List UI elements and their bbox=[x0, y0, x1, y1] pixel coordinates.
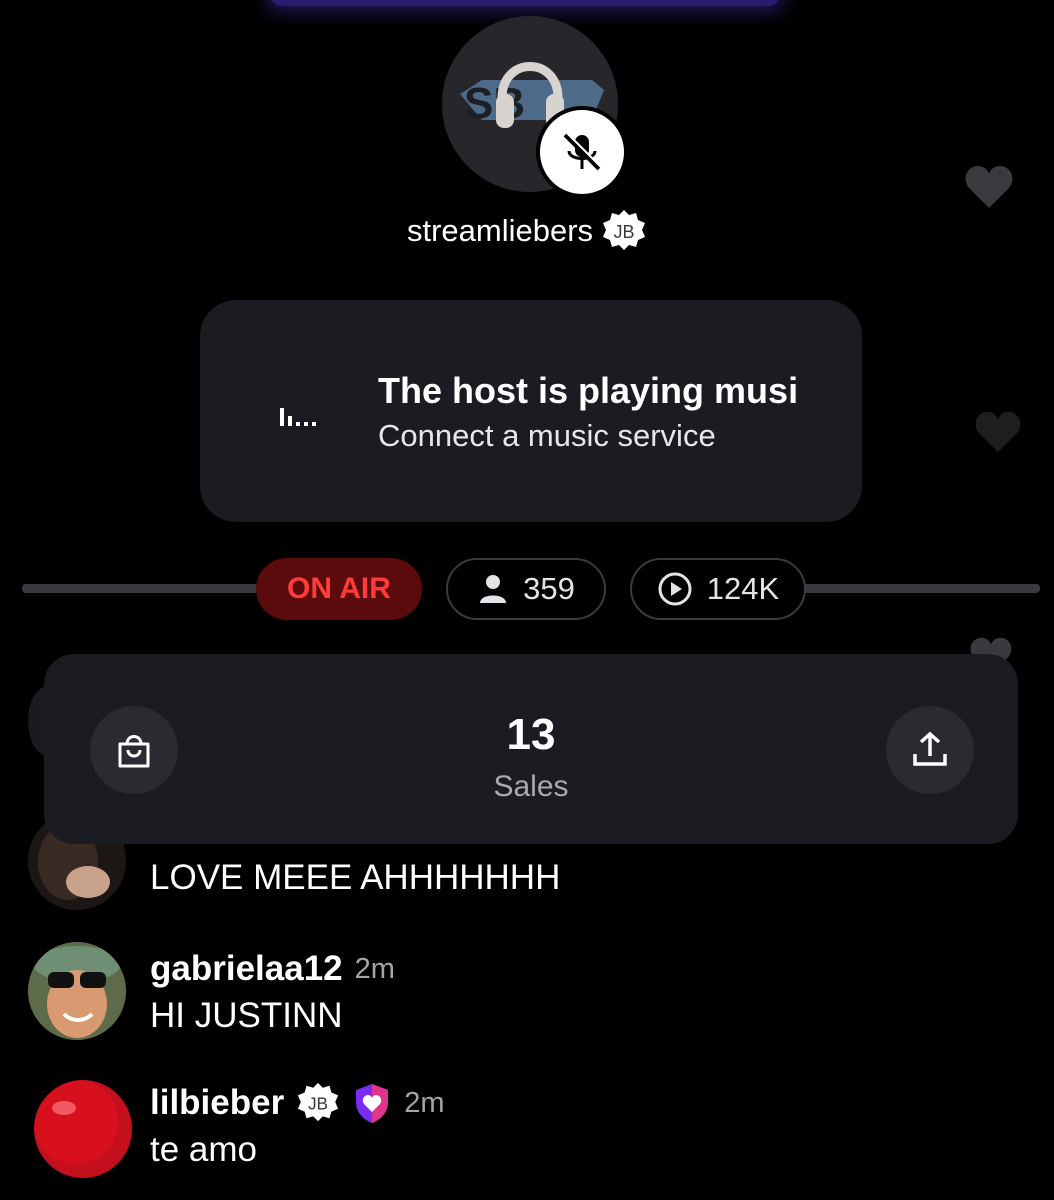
connect-music-link[interactable]: Connect a music service bbox=[378, 418, 716, 454]
top-glow bbox=[270, 0, 780, 6]
person-icon bbox=[480, 575, 507, 603]
divider-right bbox=[800, 584, 1040, 593]
comment-item: lilbieber JB 2m te amo bbox=[150, 1078, 445, 1170]
mic-muted-icon bbox=[536, 106, 628, 198]
sales-label: Sales bbox=[493, 770, 569, 803]
comment-time: 2m bbox=[354, 952, 395, 985]
comment-text: HI JUSTINN bbox=[150, 996, 343, 1035]
music-title: The host is playing musi bbox=[378, 370, 799, 411]
comment-item: gabrielaa12 2m HI JUSTINN bbox=[150, 944, 395, 1036]
comment-text: te amo bbox=[150, 1130, 257, 1169]
share-button[interactable] bbox=[886, 706, 974, 794]
play-circle-icon bbox=[658, 572, 692, 606]
jb-seal-badge-icon: JB bbox=[601, 208, 647, 254]
jb-seal-badge-icon: JB bbox=[298, 1082, 339, 1122]
viewer-count: 359 bbox=[523, 571, 575, 606]
comment-item: LOVE MEEE AHHHHHHH bbox=[150, 856, 560, 898]
on-air-label: ON AIR bbox=[287, 572, 391, 605]
share-upload-icon bbox=[913, 731, 947, 766]
comment-text: LOVE MEEE AHHHHHHH bbox=[150, 858, 561, 897]
audio-bars-icon bbox=[280, 408, 316, 426]
svg-text:JB: JB bbox=[308, 1094, 328, 1114]
play-count-pill[interactable]: 124K bbox=[630, 558, 806, 620]
host-name-row: streamliebers JB bbox=[0, 208, 1054, 254]
sales-card: 13 Sales bbox=[44, 654, 1018, 844]
comment-username[interactable]: lilbieber bbox=[150, 1083, 284, 1123]
comment-avatar[interactable] bbox=[34, 1080, 132, 1178]
music-status-card[interactable]: The host is playing musi Connect a music… bbox=[200, 300, 862, 522]
svg-text:JB: JB bbox=[614, 222, 635, 242]
svg-text:SB: SB bbox=[464, 79, 525, 128]
on-air-badge: ON AIR bbox=[256, 558, 422, 620]
viewer-count-pill[interactable]: 359 bbox=[446, 558, 606, 620]
sales-count: 13 bbox=[506, 710, 556, 759]
play-count: 124K bbox=[706, 571, 780, 606]
comment-time: 2m bbox=[404, 1086, 445, 1119]
divider-left bbox=[22, 584, 258, 593]
heart-shield-badge-icon bbox=[356, 1084, 389, 1123]
comment-username[interactable]: gabrielaa12 bbox=[150, 949, 343, 989]
floating-heart-icon bbox=[975, 411, 1021, 453]
host-username[interactable]: streamliebers bbox=[407, 213, 593, 249]
comment-avatar[interactable] bbox=[28, 942, 126, 1040]
floating-heart-icon bbox=[965, 166, 1013, 208]
